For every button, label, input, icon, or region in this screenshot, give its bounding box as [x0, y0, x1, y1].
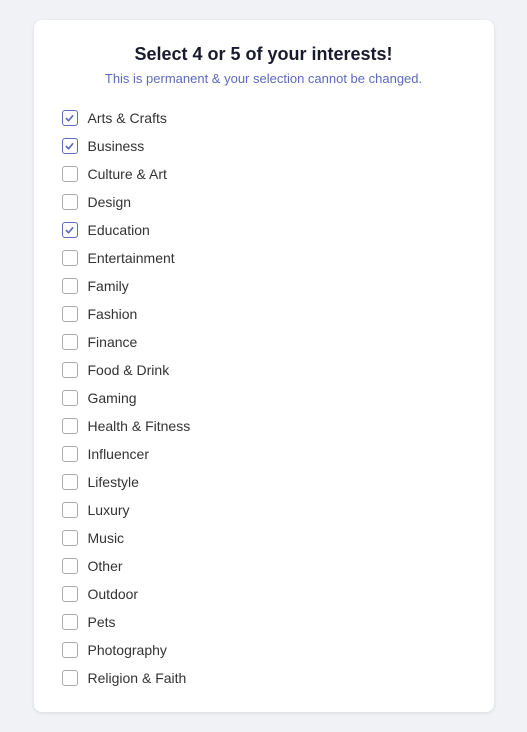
checkbox-education[interactable]	[62, 222, 78, 238]
list-item[interactable]: Influencer	[54, 440, 474, 468]
interest-label-entertainment: Entertainment	[88, 250, 175, 266]
checkbox-music[interactable]	[62, 530, 78, 546]
interest-label-business: Business	[88, 138, 145, 154]
interests-list: Arts & Crafts Business Culture & Art Design…	[54, 104, 474, 692]
main-container: Select 4 or 5 of your interests! This is…	[34, 20, 494, 712]
interest-label-gaming: Gaming	[88, 390, 137, 406]
interest-label-health-fitness: Health & Fitness	[88, 418, 191, 434]
interest-label-family: Family	[88, 278, 129, 294]
checkbox-culture-art[interactable]	[62, 166, 78, 182]
checkbox-family[interactable]	[62, 278, 78, 294]
checkbox-luxury[interactable]	[62, 502, 78, 518]
checkbox-health-fitness[interactable]	[62, 418, 78, 434]
interest-label-influencer: Influencer	[88, 446, 149, 462]
list-item[interactable]: Music	[54, 524, 474, 552]
interest-label-music: Music	[88, 530, 125, 546]
interest-label-photography: Photography	[88, 642, 167, 658]
list-item[interactable]: Education	[54, 216, 474, 244]
checkbox-pets[interactable]	[62, 614, 78, 630]
interest-label-arts-crafts: Arts & Crafts	[88, 110, 167, 126]
list-item[interactable]: Photography	[54, 636, 474, 664]
interest-label-pets: Pets	[88, 614, 116, 630]
checkbox-outdoor[interactable]	[62, 586, 78, 602]
list-item[interactable]: Entertainment	[54, 244, 474, 272]
list-item[interactable]: Design	[54, 188, 474, 216]
page-title: Select 4 or 5 of your interests!	[54, 44, 474, 65]
interest-label-lifestyle: Lifestyle	[88, 474, 139, 490]
list-item[interactable]: Finance	[54, 328, 474, 356]
list-item[interactable]: Culture & Art	[54, 160, 474, 188]
interest-label-design: Design	[88, 194, 132, 210]
interest-label-luxury: Luxury	[88, 502, 130, 518]
list-item[interactable]: Gaming	[54, 384, 474, 412]
list-item[interactable]: Other	[54, 552, 474, 580]
list-item[interactable]: Religion & Faith	[54, 664, 474, 692]
checkbox-lifestyle[interactable]	[62, 474, 78, 490]
checkbox-fashion[interactable]	[62, 306, 78, 322]
list-item[interactable]: Health & Fitness	[54, 412, 474, 440]
interest-label-outdoor: Outdoor	[88, 586, 139, 602]
checkbox-design[interactable]	[62, 194, 78, 210]
list-item[interactable]: Pets	[54, 608, 474, 636]
interest-label-education: Education	[88, 222, 150, 238]
list-item[interactable]: Outdoor	[54, 580, 474, 608]
list-item[interactable]: Lifestyle	[54, 468, 474, 496]
checkbox-photography[interactable]	[62, 642, 78, 658]
checkbox-entertainment[interactable]	[62, 250, 78, 266]
list-item[interactable]: Arts & Crafts	[54, 104, 474, 132]
interest-label-culture-art: Culture & Art	[88, 166, 167, 182]
page-subtitle: This is permanent & your selection canno…	[54, 71, 474, 86]
list-item[interactable]: Luxury	[54, 496, 474, 524]
checkbox-business[interactable]	[62, 138, 78, 154]
interest-label-food-drink: Food & Drink	[88, 362, 170, 378]
interest-label-religion-faith: Religion & Faith	[88, 670, 187, 686]
checkbox-gaming[interactable]	[62, 390, 78, 406]
interest-label-other: Other	[88, 558, 123, 574]
checkbox-other[interactable]	[62, 558, 78, 574]
list-item[interactable]: Business	[54, 132, 474, 160]
checkbox-arts-crafts[interactable]	[62, 110, 78, 126]
interest-label-fashion: Fashion	[88, 306, 138, 322]
list-item[interactable]: Food & Drink	[54, 356, 474, 384]
checkbox-religion-faith[interactable]	[62, 670, 78, 686]
list-item[interactable]: Fashion	[54, 300, 474, 328]
list-item[interactable]: Family	[54, 272, 474, 300]
interest-label-finance: Finance	[88, 334, 138, 350]
checkbox-food-drink[interactable]	[62, 362, 78, 378]
checkbox-influencer[interactable]	[62, 446, 78, 462]
checkbox-finance[interactable]	[62, 334, 78, 350]
